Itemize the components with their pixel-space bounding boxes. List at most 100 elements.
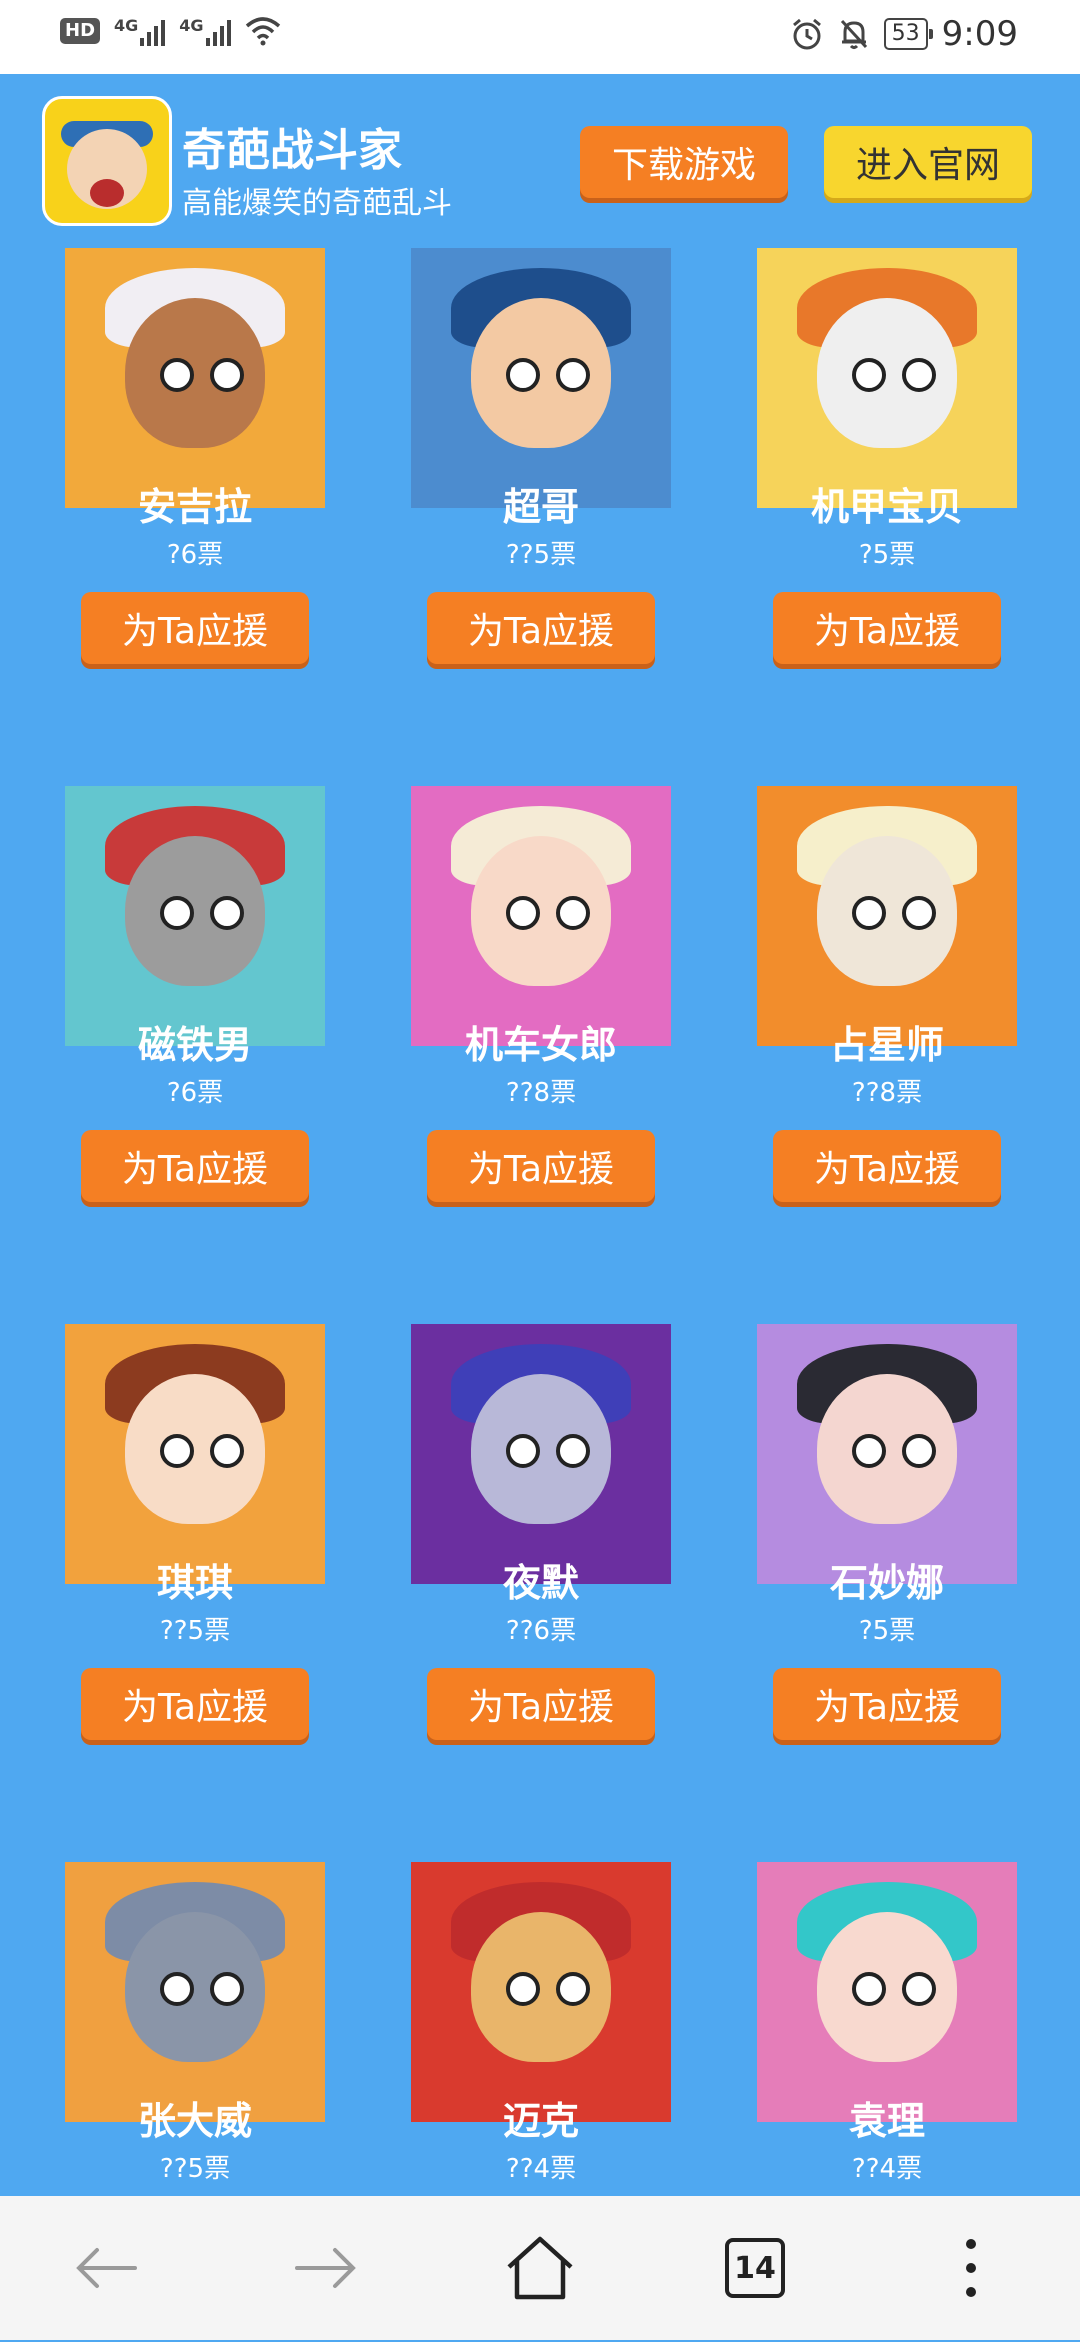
character-portrait[interactable] <box>757 1862 1017 2122</box>
portrait-eye <box>902 1434 936 1468</box>
character-portrait[interactable] <box>757 786 1017 1046</box>
portrait-eye <box>902 896 936 930</box>
character-name: 石妙娜 <box>829 1561 944 1605</box>
portrait-face <box>471 1912 611 2062</box>
character-portrait[interactable] <box>757 248 1017 508</box>
portrait-eye <box>210 1972 244 2006</box>
portrait-eye <box>556 1972 590 2006</box>
tab-count-icon: 14 <box>725 2238 785 2298</box>
cheer-button[interactable]: 为Ta应援 <box>81 1668 309 1740</box>
cheer-button[interactable]: 为Ta应援 <box>427 1668 655 1740</box>
mute-bell-icon <box>840 19 867 49</box>
portrait-eye <box>852 1972 886 2006</box>
portrait-face <box>125 298 265 448</box>
vote-count: ?5票 <box>858 540 916 570</box>
vote-count: ?5票 <box>858 1616 916 1646</box>
portrait-eye <box>210 896 244 930</box>
character-portrait[interactable] <box>411 248 671 508</box>
hd-badge: HD <box>60 18 101 44</box>
network-type-1: 4G <box>114 16 139 35</box>
character-portrait[interactable] <box>65 248 325 508</box>
signal-2-icon: 4G <box>179 16 231 46</box>
portrait-eye <box>506 1434 540 1468</box>
portrait-eye <box>852 896 886 930</box>
app-header: 奇葩战斗家 高能爆笑的奇葩乱斗 下载游戏 进入官网 <box>0 74 1080 244</box>
portrait-face <box>471 1374 611 1524</box>
vote-count: ??5票 <box>159 1616 231 1646</box>
character-card: 石妙娜 ?5票为Ta应援 <box>714 1324 1060 1804</box>
character-name: 占星师 <box>829 1023 944 1067</box>
character-card: 超哥 ??5票 为Ta应援 <box>368 248 714 728</box>
portrait-face <box>817 836 957 986</box>
vote-count: ?6票 <box>166 1078 224 1108</box>
wifi-icon <box>245 17 280 46</box>
clock: 9:09 <box>941 14 1018 54</box>
character-name: 迈克 <box>502 2099 579 2143</box>
back-button[interactable] <box>62 2226 152 2310</box>
forward-button[interactable] <box>280 2226 370 2310</box>
character-name: 安吉拉 <box>137 485 252 529</box>
browser-nav-bar: 14 <box>0 2196 1080 2340</box>
portrait-eye <box>160 1434 194 1468</box>
portrait-face <box>817 1374 957 1524</box>
arrow-right-icon <box>295 2248 356 2288</box>
menu-button[interactable] <box>926 2226 1016 2310</box>
app-title: 奇葩战斗家 <box>182 125 402 176</box>
portrait-eye <box>852 1434 886 1468</box>
character-name: 机车女郎 <box>464 1023 617 1067</box>
cheer-button[interactable]: 为Ta应援 <box>427 1130 655 1202</box>
portrait-eye <box>556 896 590 930</box>
more-vertical-icon <box>966 2239 976 2297</box>
portrait-face <box>471 836 611 986</box>
character-card: 占星师 ??8票 为Ta应援 <box>714 786 1060 1266</box>
portrait-eye <box>506 358 540 392</box>
cheer-button[interactable]: 为Ta应援 <box>773 1130 1001 1202</box>
cheer-button[interactable]: 为Ta应援 <box>773 592 1001 664</box>
portrait-face <box>471 298 611 448</box>
character-portrait[interactable] <box>411 1862 671 2122</box>
character-name: 磁铁男 <box>137 1023 252 1067</box>
portrait-eye <box>506 896 540 930</box>
portrait-eye <box>160 1972 194 2006</box>
character-card: 安吉拉 ?6票为Ta应援 <box>22 248 368 728</box>
portrait-eye <box>556 1434 590 1468</box>
character-portrait[interactable] <box>65 1324 325 1584</box>
character-portrait[interactable] <box>65 1862 325 2122</box>
vote-count: ??5票 <box>159 2154 231 2184</box>
portrait-eye <box>902 1972 936 2006</box>
cheer-button[interactable]: 为Ta应援 <box>81 592 309 664</box>
character-portrait[interactable] <box>757 1324 1017 1584</box>
official-site-button[interactable]: 进入官网 <box>824 126 1032 198</box>
app-logo <box>42 96 172 226</box>
battery-indicator: 53 <box>883 18 933 50</box>
character-card: 夜默 ??6票 为Ta应援 <box>368 1324 714 1804</box>
app-subtitle: 高能爆笑的奇葩乱斗 <box>182 186 452 221</box>
character-name: 琪琪 <box>156 1561 233 1605</box>
cheer-button[interactable]: 为Ta应援 <box>81 1130 309 1202</box>
arrow-left-icon <box>76 2248 137 2288</box>
character-card: 琪琪 ??5票为Ta应援 <box>22 1324 368 1804</box>
portrait-eye <box>556 358 590 392</box>
signal-1-icon: 4G <box>114 16 166 46</box>
character-portrait[interactable] <box>65 786 325 1046</box>
vote-count: ??4票 <box>505 2154 577 2184</box>
cheer-button[interactable]: 为Ta应援 <box>773 1668 1001 1740</box>
network-type-2: 4G <box>179 16 204 35</box>
download-game-button[interactable]: 下载游戏 <box>580 126 788 198</box>
portrait-face <box>125 1912 265 2062</box>
character-card: 磁铁男 ?6票为Ta应援 <box>22 786 368 1266</box>
character-portrait[interactable] <box>411 786 671 1046</box>
portrait-eye <box>160 358 194 392</box>
portrait-face <box>125 836 265 986</box>
portrait-face <box>817 298 957 448</box>
portrait-eye <box>506 1972 540 2006</box>
home-button[interactable] <box>495 2226 585 2310</box>
vote-count: ?6票 <box>166 540 224 570</box>
tabs-button[interactable]: 14 <box>710 2226 800 2310</box>
vote-count: ??5票 <box>505 540 577 570</box>
portrait-eye <box>160 896 194 930</box>
character-portrait[interactable] <box>411 1324 671 1584</box>
cheer-button[interactable]: 为Ta应援 <box>427 592 655 664</box>
portrait-eye <box>852 358 886 392</box>
character-name: 张大威 <box>137 2099 252 2143</box>
